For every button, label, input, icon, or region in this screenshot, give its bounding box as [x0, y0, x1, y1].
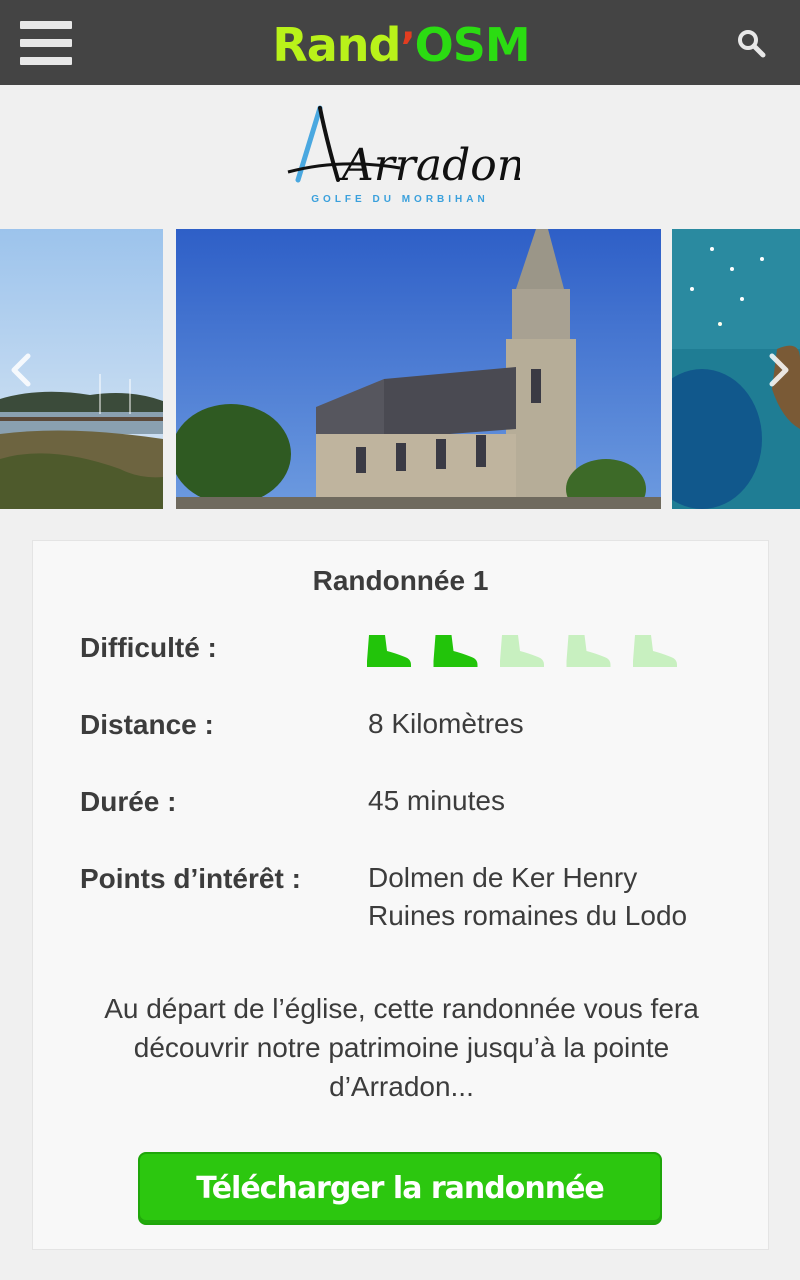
- description-line: découvrir notre patrimoine jusqu’à la po…: [133, 1032, 670, 1063]
- poi-list: Dolmen de Ker Henry Ruines romaines du L…: [368, 859, 687, 935]
- duration-label: Durée :: [80, 786, 177, 817]
- church-photo[interactable]: [176, 229, 661, 509]
- chevron-right-icon[interactable]: [764, 348, 794, 392]
- poi-item: Dolmen de Ker Henry: [368, 862, 638, 893]
- hike-title: Randonnée 1: [312, 565, 489, 596]
- arradon-logo: Arradon GOLFE DU MORBIHAN: [280, 98, 525, 208]
- brand-part-rand: Rand: [272, 18, 401, 72]
- hamburger-menu-icon[interactable]: [20, 21, 72, 65]
- boot-inactive-icon: [500, 635, 544, 667]
- difficulty-label: Difficulté :: [80, 632, 217, 663]
- logo-wordmark: Arradon: [338, 140, 520, 191]
- boot-inactive-icon: [633, 635, 677, 667]
- description-line: Au départ de l’église, cette randonnée v…: [104, 993, 699, 1024]
- search-icon[interactable]: [736, 28, 768, 60]
- app-logo[interactable]: Rand’OSM: [266, 18, 536, 72]
- boot-inactive-icon: [566, 635, 611, 667]
- download-hike-button[interactable]: Télécharger la randonnée: [138, 1152, 662, 1225]
- top-bar: Rand’OSM: [0, 0, 800, 85]
- distance-label: Distance :: [80, 709, 214, 740]
- poi-item: Ruines romaines du Lodo: [368, 900, 688, 931]
- hike-card: Randonnée 1 Difficulté : Distance : 8 Ki…: [32, 540, 769, 1250]
- boot-active-icon: [367, 635, 411, 667]
- description-line: d’Arradon...: [329, 1071, 474, 1102]
- distance-value: 8 Kilomètres: [368, 708, 524, 739]
- brand-part-osm: OSM: [414, 18, 531, 72]
- boot-active-icon: [433, 635, 478, 667]
- hike-description: Au départ de l’église, cette randonnée v…: [53, 989, 750, 1106]
- brand-apostrophe: ’: [400, 25, 415, 71]
- difficulty-rating: [365, 631, 695, 671]
- duration-value: 45 minutes: [368, 785, 505, 816]
- chevron-left-icon[interactable]: [6, 348, 36, 392]
- photo-carousel[interactable]: [0, 229, 800, 509]
- poi-label: Points d’intérêt :: [80, 863, 301, 894]
- logo-tagline: GOLFE DU MORBIHAN: [311, 194, 488, 205]
